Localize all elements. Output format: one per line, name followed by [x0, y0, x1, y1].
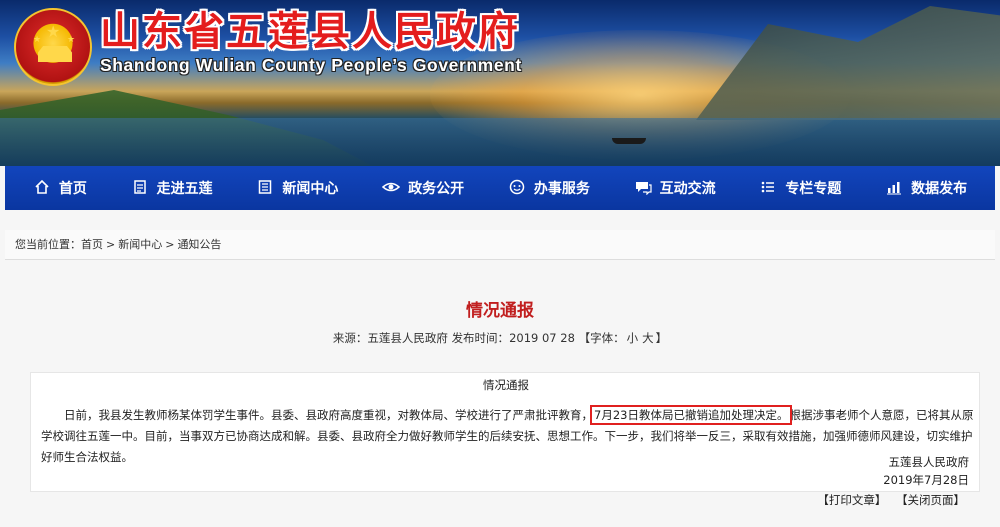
nav-label: 走进五莲	[156, 181, 213, 197]
document-icon	[131, 179, 149, 197]
breadcrumb: 您当前位置：首页 > 新闻中心 > 通知公告	[5, 230, 995, 260]
font-small-button[interactable]: 小	[627, 331, 639, 345]
header-banner: ★ ★ ★ 山东省五莲县人民政府 Shandong Wulian County …	[0, 0, 1000, 166]
signature-date: 2019年7月28日	[883, 473, 969, 487]
home-icon	[33, 179, 51, 197]
article-title: 情况通报	[466, 301, 534, 321]
body-text-before: 日前，我县发生教师杨某体罚学生事件。县委、县政府高度重视，对教体局、学校进行了严…	[64, 408, 593, 422]
nav-item-gov-affairs[interactable]: 政务公开	[381, 178, 465, 198]
chart-icon	[885, 179, 903, 197]
nav-item-special-topics[interactable]: 专栏专题	[759, 178, 841, 198]
document-body: 日前，我县发生教师杨某体罚学生事件。县委、县政府高度重视，对教体局、学校进行了严…	[41, 405, 976, 468]
nav-label: 专栏专题	[785, 181, 842, 197]
main-nav: 首页 走进五莲 新闻中心 政务公开 办事服务 互动交流 专栏专题 数据发布	[5, 166, 995, 210]
article-document: 情况通报 日前，我县发生教师杨某体罚学生事件。县委、县政府高度重视，对教体局、学…	[30, 372, 980, 492]
meta-time: 2019 07 28	[509, 331, 575, 345]
breadcrumb-item-home[interactable]: 首页	[81, 238, 103, 251]
breadcrumb-prefix: 您当前位置：	[15, 238, 81, 251]
breadcrumb-separator: >	[106, 238, 116, 251]
meta-source-label: 来源：	[332, 331, 368, 345]
chat-icon	[634, 179, 652, 197]
nav-label: 政务公开	[408, 181, 465, 197]
nav-label: 首页	[58, 181, 87, 197]
nav-item-services[interactable]: 办事服务	[508, 178, 590, 198]
eye-icon	[381, 179, 401, 197]
meta-time-label: 发布时间：	[451, 331, 510, 345]
service-icon	[508, 179, 526, 197]
news-icon	[256, 179, 274, 197]
site-title-cn: 山东省五莲县人民政府	[100, 8, 520, 55]
nav-item-interaction[interactable]: 互动交流	[634, 178, 716, 198]
meta-source: 五莲县人民政府	[367, 331, 448, 345]
breadcrumb-separator: >	[165, 238, 175, 251]
font-large-button[interactable]: 大	[642, 331, 654, 345]
article-meta: 来源：五莲县人民政府 发布时间：2019 07 28 【字体：小大】	[5, 330, 995, 346]
nav-label: 数据发布	[911, 181, 968, 197]
nav-item-home[interactable]: 首页	[33, 178, 87, 198]
breadcrumb-item-news[interactable]: 新闻中心	[118, 238, 162, 251]
article-actions: 【打印文章】 【关闭页面】	[811, 492, 965, 508]
nav-item-data-release[interactable]: 数据发布	[885, 178, 967, 198]
font-size-label: 【字体：	[578, 331, 625, 345]
close-page-button[interactable]: 【关闭页面】	[896, 493, 965, 507]
signature-org: 五莲县人民政府	[888, 455, 970, 469]
nav-item-about[interactable]: 走进五莲	[131, 178, 213, 198]
document-heading: 情况通报	[483, 378, 529, 392]
list-icon	[759, 179, 777, 197]
highlighted-text: 7月23日教体局已撤销追加处理决定。	[589, 405, 793, 425]
banner-water	[0, 118, 1000, 166]
article: 情况通报 来源：五莲县人民政府 发布时间：2019 07 28 【字体：小大】 …	[5, 268, 995, 527]
banner-boat	[612, 138, 646, 144]
print-article-button[interactable]: 【打印文章】	[817, 493, 886, 507]
signature: 五莲县人民政府 2019年7月28日	[883, 453, 969, 489]
breadcrumb-item-notices[interactable]: 通知公告	[177, 238, 221, 251]
nav-item-news[interactable]: 新闻中心	[256, 178, 338, 198]
nav-label: 互动交流	[659, 181, 716, 197]
national-emblem-icon: ★ ★ ★	[14, 8, 92, 86]
nav-label: 办事服务	[533, 181, 590, 197]
site-title-en: Shandong Wulian County People’s Governme…	[100, 55, 522, 75]
font-size-close: 】	[655, 331, 668, 345]
nav-label: 新闻中心	[282, 181, 339, 197]
